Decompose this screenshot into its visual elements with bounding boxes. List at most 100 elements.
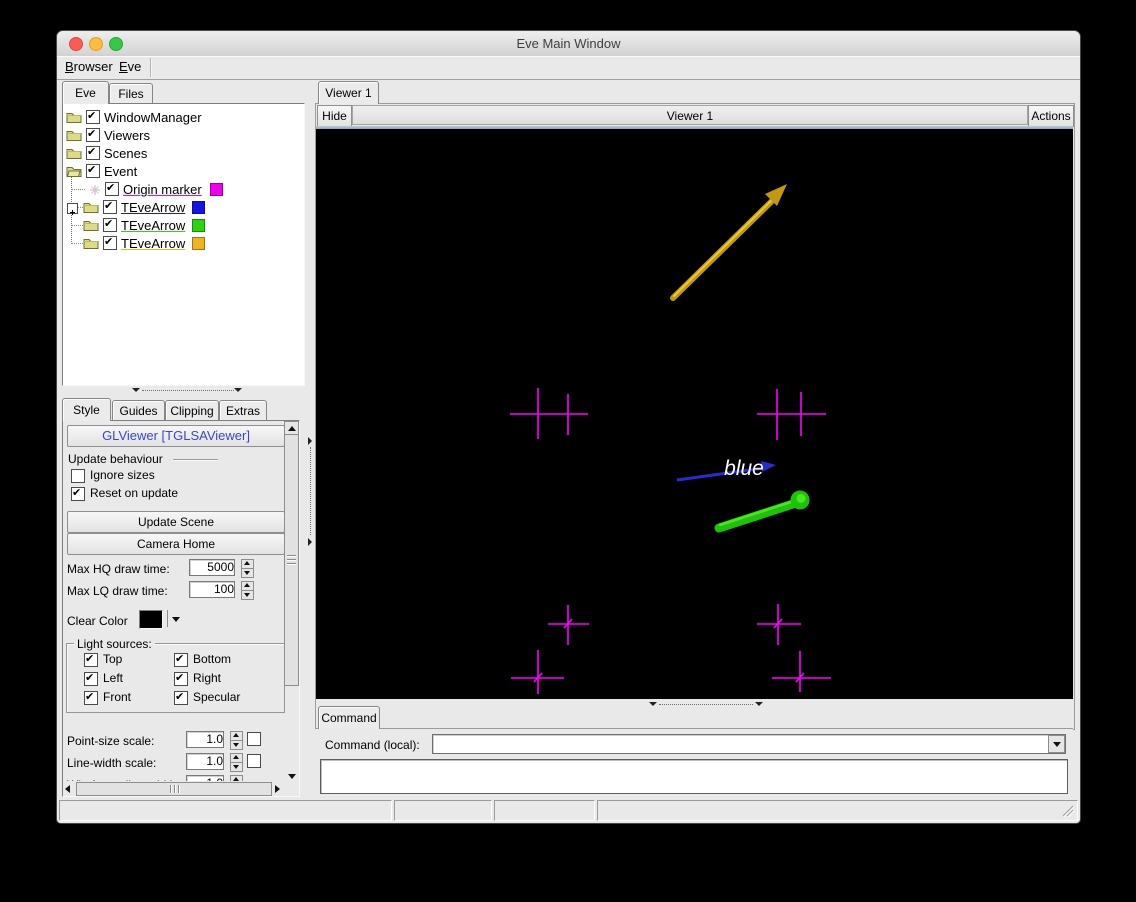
item-color-swatch[interactable] <box>210 183 223 196</box>
command-combobox[interactable] <box>432 734 1066 754</box>
checkbox-light-specular[interactable] <box>174 690 188 705</box>
gl-viewport[interactable]: blue <box>316 129 1073 699</box>
tree-row[interactable]: Viewers <box>63 126 304 144</box>
tree-row[interactable]: TEveArrow <box>63 198 304 216</box>
max-hq-entry[interactable]: 5000 <box>189 559 235 576</box>
tree-item-tevearrow-gold[interactable]: TEveArrow <box>121 236 185 251</box>
tree-item-viewers[interactable]: Viewers <box>104 128 150 143</box>
status-segment <box>494 800 595 821</box>
tab-clipping[interactable]: Clipping <box>165 400 219 421</box>
splitter-dots[interactable] <box>142 390 234 391</box>
tree-row[interactable]: Scenes <box>63 144 304 162</box>
item-color-swatch[interactable] <box>192 219 205 232</box>
checkbox-reset-on-update[interactable] <box>71 486 85 501</box>
vertical-scrollbar-thumb[interactable] <box>284 434 299 686</box>
splitter-arrow-icon[interactable] <box>132 388 140 392</box>
checkbox-light-right[interactable] <box>174 671 188 686</box>
clear-color-swatch[interactable] <box>139 610 163 629</box>
horizontal-scrollbar-thumb[interactable] <box>76 782 272 796</box>
spin-down-icon[interactable] <box>230 762 243 772</box>
light-sources-title: Light sources: <box>74 637 155 651</box>
tree-checkbox[interactable] <box>86 163 100 178</box>
scroll-right-button[interactable] <box>271 782 283 795</box>
tab-viewer-1[interactable]: Viewer 1 <box>318 81 379 104</box>
tree-row[interactable]: TEveArrow <box>63 234 304 252</box>
left-right-splitter[interactable] <box>306 81 315 797</box>
status-segment <box>394 800 492 821</box>
checkbox-light-bottom[interactable] <box>174 652 188 667</box>
tree-item-tevearrow-blue[interactable]: TEveArrow <box>121 200 185 215</box>
horizontal-scrollbar[interactable] <box>63 781 284 796</box>
tab-style[interactable]: Style <box>62 398 111 421</box>
menu-item-eve[interactable]: Eve <box>115 56 145 78</box>
splitter-arrow-icon[interactable] <box>755 702 763 706</box>
tree-item-event[interactable]: Event <box>104 164 137 179</box>
max-hq-label: Max HQ draw time: <box>67 562 170 576</box>
splitter-arrow-icon[interactable] <box>649 702 657 706</box>
tab-files[interactable]: Files <box>109 83 153 104</box>
checkbox-light-front[interactable] <box>84 690 98 705</box>
tree-connector <box>71 225 83 226</box>
tree-checkbox[interactable] <box>86 127 100 142</box>
eve-object-tree: WindowManager Viewers Scenes Event Origi… <box>62 103 305 386</box>
tree-checkbox[interactable] <box>105 181 119 196</box>
resize-grip-icon[interactable] <box>1061 804 1075 822</box>
expander-icon[interactable] <box>67 203 78 215</box>
splitter-dots[interactable] <box>310 447 311 535</box>
spin-down-icon[interactable] <box>241 590 254 600</box>
triangle-right-icon <box>275 785 280 793</box>
checkbox-ignore-sizes[interactable] <box>71 469 85 483</box>
line-width-checkbox[interactable] <box>247 754 261 768</box>
scroll-left-button[interactable] <box>63 782 75 795</box>
update-scene-button[interactable]: Update Scene <box>67 511 285 533</box>
tree-checkbox[interactable] <box>103 217 117 232</box>
point-size-entry[interactable]: 1.0 <box>186 731 224 748</box>
color-dropdown-button[interactable] <box>167 610 182 627</box>
tab-extras[interactable]: Extras <box>219 400 267 421</box>
camera-home-button[interactable]: Camera Home <box>67 533 285 555</box>
status-segment <box>597 800 1078 821</box>
spin-down-icon[interactable] <box>241 568 254 578</box>
eve-main-window: Eve Main Window Browser Eve Eve Files Wi… <box>57 31 1080 823</box>
tree-style-splitter[interactable] <box>62 386 305 396</box>
tree-row[interactable]: Event <box>63 162 304 180</box>
checkbox-light-top[interactable] <box>84 652 98 667</box>
tree-checkbox[interactable] <box>86 145 100 160</box>
checkbox-light-left[interactable] <box>84 671 98 686</box>
item-color-swatch[interactable] <box>192 237 205 250</box>
command-output[interactable] <box>320 759 1068 794</box>
spin-down-icon[interactable] <box>230 740 243 750</box>
tab-command[interactable]: Command <box>318 706 380 729</box>
tree-checkbox[interactable] <box>103 235 117 250</box>
hide-button[interactable]: Hide <box>317 105 352 127</box>
menu-item-browser[interactable]: Browser <box>61 56 117 78</box>
splitter-arrow-icon[interactable] <box>234 388 242 392</box>
point-size-checkbox[interactable] <box>247 732 261 746</box>
window-titlebar[interactable]: Eve Main Window <box>57 31 1080 57</box>
tree-item-origin-marker[interactable]: Origin marker <box>123 182 202 197</box>
splitter-dots[interactable] <box>659 704 753 705</box>
splitter-arrow-icon[interactable] <box>308 538 312 546</box>
tree-checkbox[interactable] <box>86 109 100 124</box>
tree-checkbox[interactable] <box>103 199 117 214</box>
scroll-down-button[interactable] <box>284 769 299 784</box>
update-behaviour-title: Update behaviour <box>68 452 163 466</box>
viewer-command-splitter[interactable] <box>316 700 1073 709</box>
max-lq-entry[interactable]: 100 <box>189 581 235 598</box>
tab-guides[interactable]: Guides <box>112 400 165 421</box>
command-dropdown-button[interactable] <box>1048 735 1065 753</box>
tree-row[interactable]: WindowManager <box>63 108 304 126</box>
item-color-swatch[interactable] <box>192 201 205 214</box>
tree-row[interactable]: Origin marker <box>63 180 304 198</box>
tree-item-windowmanager[interactable]: WindowManager <box>104 110 202 125</box>
tree-item-tevearrow-green[interactable]: TEveArrow <box>121 218 185 233</box>
viewer-titlebar[interactable]: Viewer 1 <box>352 105 1028 125</box>
tree-item-scenes[interactable]: Scenes <box>104 146 147 161</box>
line-width-entry[interactable]: 1.0 <box>186 753 224 770</box>
glviewer-button[interactable]: GLViewer [TGLSAViewer] <box>67 425 285 447</box>
splitter-arrow-icon[interactable] <box>308 437 312 445</box>
actions-button[interactable]: Actions <box>1028 105 1074 127</box>
tree-row[interactable]: TEveArrow <box>63 216 304 234</box>
gold-arrow <box>670 184 787 301</box>
tab-eve[interactable]: Eve <box>62 81 109 104</box>
